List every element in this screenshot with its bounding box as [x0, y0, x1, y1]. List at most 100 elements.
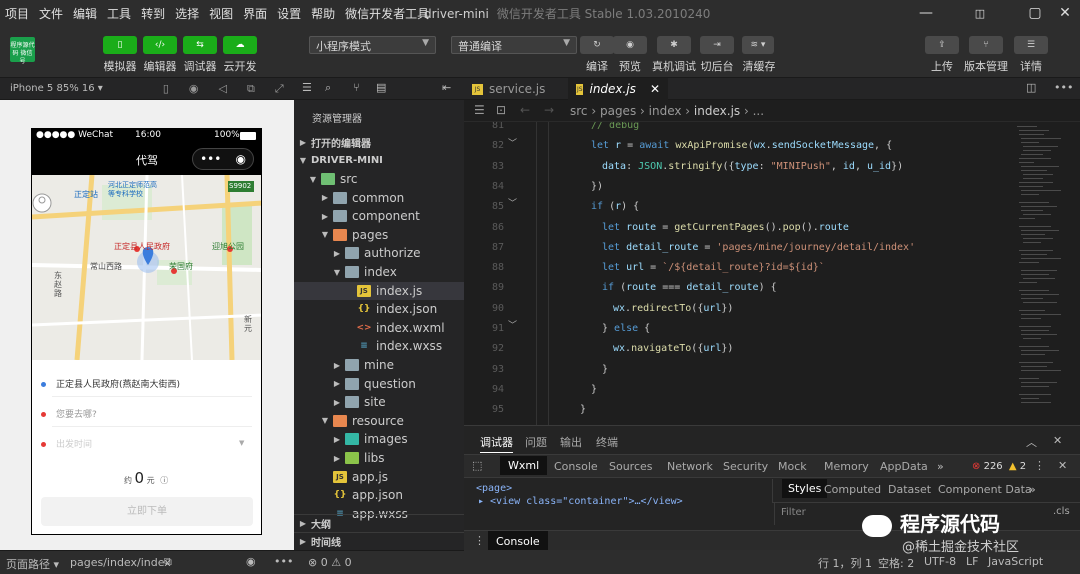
fold-icon[interactable]: ﹀: [508, 136, 517, 149]
drawer-menu-icon[interactable]: ⋮: [474, 534, 485, 547]
project-section[interactable]: ▼ DRIVER-MINI: [294, 151, 464, 169]
devtools-top-tab[interactable]: 终端: [596, 434, 618, 450]
minimap[interactable]: [1015, 122, 1070, 422]
code-editor[interactable]: 81 // debug 82 let r = await wxApiPromise(w…: [464, 122, 1080, 425]
close-window-button[interactable]: ✕: [1050, 3, 1080, 23]
more-tabs-icon[interactable]: »: [1029, 483, 1036, 496]
issue-counts[interactable]: ⊗ 226 ▲ 2: [972, 461, 1026, 472]
cls-toggle[interactable]: .cls: [1053, 506, 1070, 517]
more-icon[interactable]: •••: [200, 152, 221, 166]
menu-item[interactable]: 选择: [170, 5, 204, 22]
tree-file[interactable]: {} app.json: [294, 486, 464, 504]
chevron-right-icon[interactable]: ▶: [332, 454, 342, 463]
more-icon[interactable]: •••: [1054, 81, 1073, 94]
chevron-right-icon[interactable]: ▶: [332, 398, 342, 407]
devtools-tab[interactable]: Network: [667, 460, 713, 473]
chevron-right-icon[interactable]: ▶: [332, 435, 342, 444]
menu-item[interactable]: 项目: [0, 5, 34, 22]
forward-icon[interactable]: →: [544, 103, 554, 117]
copy-icon[interactable]: ⧉: [164, 555, 172, 569]
chevron-down-icon[interactable]: ▼: [320, 416, 330, 425]
tab-index-js[interactable]: JS index.js ✕: [568, 78, 668, 100]
map[interactable]: 正定站 河北正定师范高等专科学校 S9902 正定县人民政府 迎旭公园 常山西路…: [32, 175, 261, 360]
capsule-menu[interactable]: ••• ◉: [192, 148, 254, 170]
menu-item[interactable]: 编辑: [68, 5, 102, 22]
styles-tab[interactable]: Styles: [782, 479, 828, 498]
close-capsule-icon[interactable]: ◉: [235, 152, 245, 166]
fold-icon[interactable]: ﹀: [508, 318, 517, 331]
avatar[interactable]: 程序源代码 微信号: [10, 37, 35, 65]
menu-item[interactable]: 转到: [136, 5, 170, 22]
debug-button[interactable]: ⇆: [183, 36, 217, 54]
menu-item[interactable]: 设置: [272, 5, 306, 22]
chevron-right-icon[interactable]: ▶: [320, 193, 330, 202]
tree-folder[interactable]: ▶ site: [294, 393, 464, 411]
destination-row[interactable]: 您要去哪?: [41, 407, 97, 420]
sound-icon[interactable]: ◁: [218, 82, 226, 95]
menu-button[interactable]: ☰: [1014, 36, 1048, 54]
tree-folder[interactable]: ▼ index: [294, 263, 464, 281]
inspect-icon[interactable]: ⬚: [472, 459, 482, 472]
branch-icon[interactable]: ⑂: [353, 81, 360, 94]
time-row[interactable]: 出发时间: [41, 437, 92, 450]
encoding[interactable]: UTF-8: [924, 555, 956, 568]
devtools-tab[interactable]: Security: [723, 460, 768, 473]
devtools-tab[interactable]: Memory: [824, 460, 869, 473]
tree-folder[interactable]: ▶ mine: [294, 356, 464, 374]
list-icon[interactable]: ☰: [302, 81, 312, 94]
phone-icon[interactable]: ▯: [163, 82, 169, 95]
tree-file[interactable]: JS index.js: [294, 281, 464, 300]
menu-item[interactable]: 文件: [34, 5, 68, 22]
order-button[interactable]: 立即下单: [41, 497, 253, 526]
open-editors-section[interactable]: ▶ 打开的编辑器: [294, 133, 464, 151]
xml-page-node[interactable]: <page>: [476, 483, 512, 494]
chevron-right-icon[interactable]: ▶: [320, 212, 330, 221]
page-path-label[interactable]: 页面路径 ▾: [6, 556, 59, 572]
fold-icon[interactable]: ﹀: [508, 196, 517, 209]
bookmark-icon[interactable]: ⊡: [496, 103, 506, 117]
upload-button[interactable]: ⇪: [925, 36, 959, 54]
compact-view-icon[interactable]: ◫: [965, 3, 995, 23]
refresh-button[interactable]: ↻: [580, 36, 614, 54]
menu-item[interactable]: 工具: [102, 5, 136, 22]
devtools-top-tab[interactable]: 调试器: [480, 434, 513, 453]
devtools-top-tab[interactable]: 问题: [525, 434, 547, 450]
menu-item[interactable]: 视图: [204, 5, 238, 22]
styles-tab[interactable]: Dataset: [888, 483, 931, 496]
filter-input[interactable]: Filter: [781, 507, 806, 518]
bug-button[interactable]: ✱: [657, 36, 691, 54]
tree-folder[interactable]: ▼ src: [294, 170, 464, 188]
collapse-icon[interactable]: ⇤: [442, 81, 451, 94]
eye-button[interactable]: ◉: [613, 36, 647, 54]
tree-folder[interactable]: ▶ common: [294, 189, 464, 207]
tree-folder[interactable]: ▶ authorize: [294, 244, 464, 262]
collapse-panel-icon[interactable]: ︿: [1026, 434, 1037, 450]
phone-button[interactable]: ▯: [103, 36, 137, 54]
cursor-position[interactable]: 行 1，列 1: [818, 555, 872, 571]
line-ending[interactable]: LF: [966, 555, 978, 568]
time-input[interactable]: 出发时间: [56, 440, 92, 450]
tree-folder[interactable]: ▼ resource: [294, 412, 464, 430]
mode-select[interactable]: 小程序模式 ▼: [309, 36, 436, 54]
devtools-tab[interactable]: Wxml: [500, 456, 548, 475]
timeline-section[interactable]: ▶ 时间线: [294, 532, 464, 550]
devtools-tab[interactable]: AppData: [880, 460, 928, 473]
chevron-down-icon[interactable]: ▼: [320, 230, 330, 239]
settings-icon[interactable]: ⋮: [1034, 459, 1045, 472]
tree-folder[interactable]: ▶ images: [294, 430, 464, 448]
tab-service-js[interactable]: JS service.js: [464, 78, 564, 100]
xml-view-node[interactable]: ▸ <view class="container">…</view>: [478, 496, 683, 507]
maximize-button[interactable]: ▢: [1020, 3, 1050, 23]
problem-counts[interactable]: ⊗ 0 ⚠ 0: [308, 556, 352, 569]
destination-input[interactable]: 您要去哪?: [56, 410, 97, 420]
tree-file[interactable]: {} index.json: [294, 300, 464, 318]
branch-button[interactable]: ⑂: [969, 36, 1003, 54]
chevron-down-icon[interactable]: ▼: [308, 175, 318, 184]
indent-setting[interactable]: 空格: 2: [878, 555, 914, 571]
back-icon[interactable]: ←: [520, 103, 530, 117]
tree-file[interactable]: ≡ index.wxss: [294, 337, 464, 355]
cloud-button[interactable]: ☁: [223, 36, 257, 54]
code-button[interactable]: ‹/›: [143, 36, 177, 54]
minimize-button[interactable]: —: [911, 3, 941, 23]
chevron-down-icon[interactable]: ▼: [332, 268, 342, 277]
